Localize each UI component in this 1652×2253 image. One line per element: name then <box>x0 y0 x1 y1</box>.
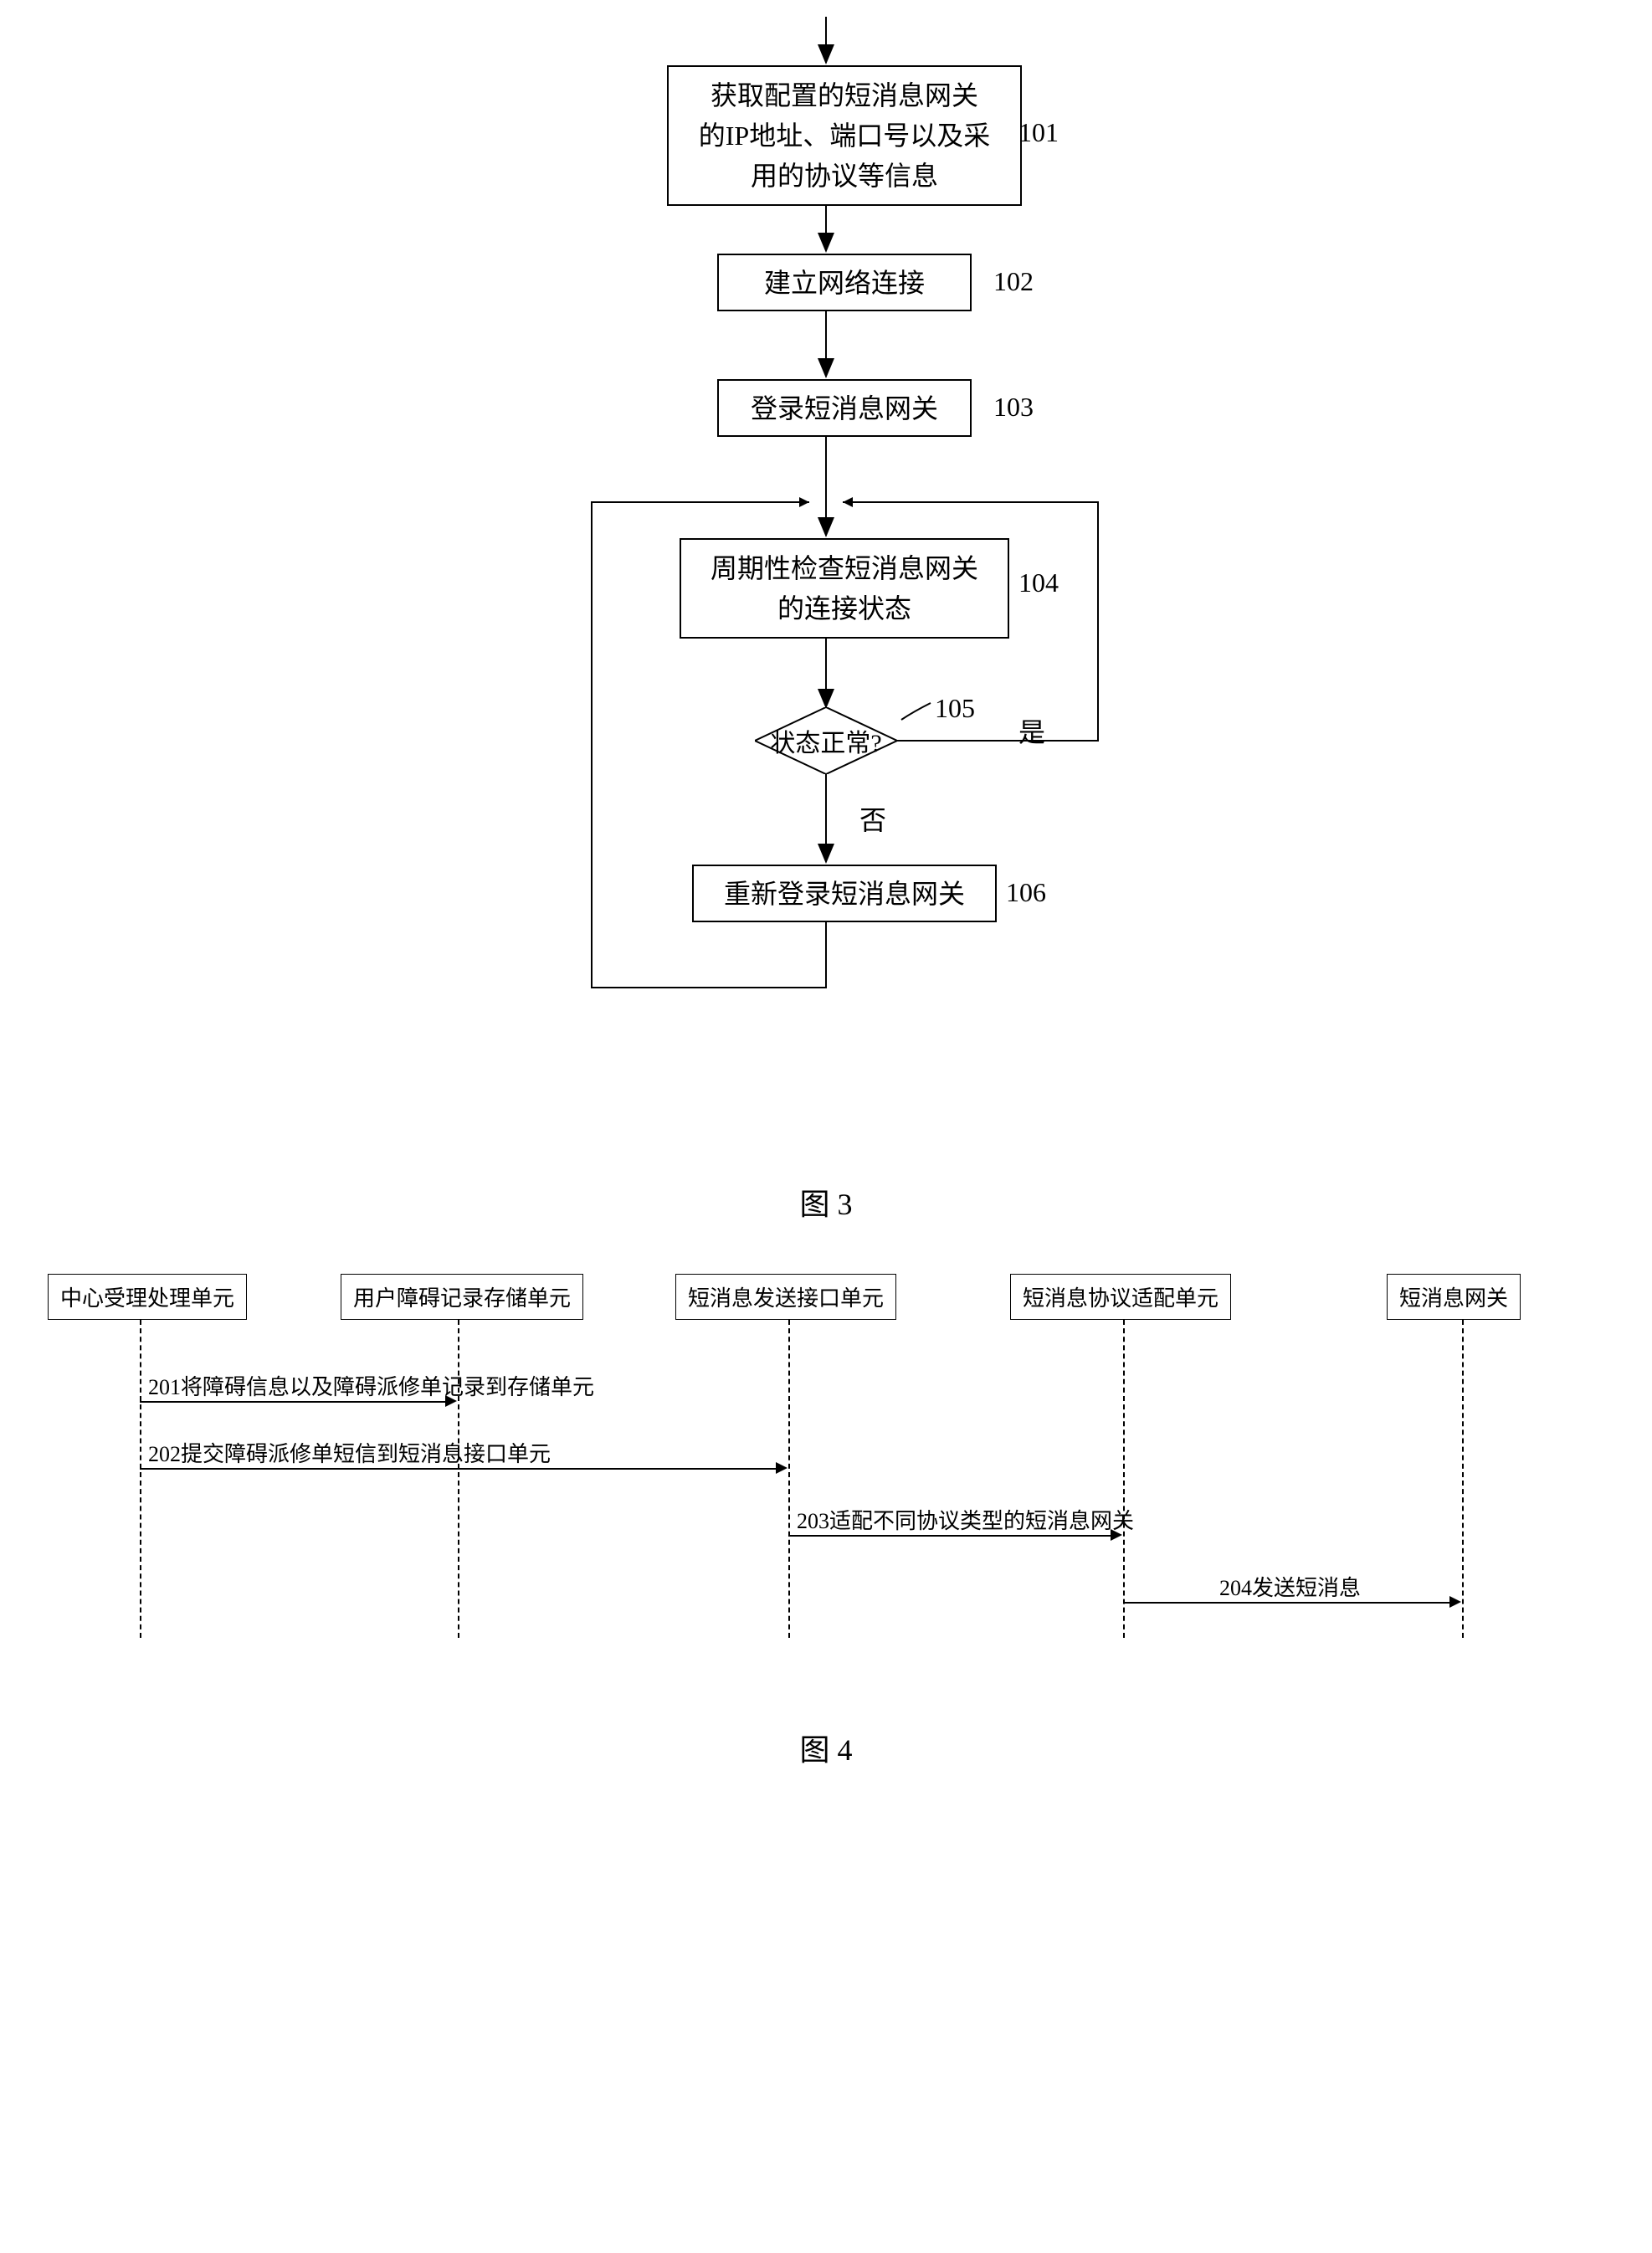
step-102-num: 102 <box>993 266 1034 297</box>
actor-3: 短消息发送接口单元 <box>675 1274 896 1320</box>
lifeline-5 <box>1462 1320 1464 1638</box>
actor-5: 短消息网关 <box>1387 1274 1521 1320</box>
actor-2: 用户障碍记录存储单元 <box>341 1274 583 1320</box>
step-105-no: 否 <box>859 799 886 838</box>
lifeline-2 <box>458 1320 459 1638</box>
step-103-num: 103 <box>993 392 1034 423</box>
msg-201: 201将障碍信息以及障碍派修单记录到存储单元 <box>148 1370 594 1401</box>
actor-1: 中心受理处理单元 <box>48 1274 247 1320</box>
lifeline-4 <box>1123 1320 1125 1638</box>
step-106-num: 106 <box>1006 877 1046 908</box>
step-106-text: 重新登录短消息网关 <box>724 874 965 914</box>
arrow-201 <box>140 1401 445 1403</box>
arrow-202-head <box>776 1462 788 1474</box>
step-103-text: 登录短消息网关 <box>751 388 938 429</box>
step-104-text: 周期性检查短消息网关 的连接状态 <box>711 548 978 629</box>
arrow-201-head <box>445 1395 457 1407</box>
arrow-204-head <box>1449 1596 1461 1608</box>
step-101-text: 获取配置的短消息网关 的IP地址、端口号以及采 用的协议等信息 <box>699 75 990 196</box>
step-102-text: 建立网络连接 <box>764 263 925 303</box>
fig3-caption: 图 3 <box>799 1180 852 1224</box>
step-101: 获取配置的短消息网关 的IP地址、端口号以及采 用的协议等信息 <box>667 65 1022 206</box>
lifeline-1 <box>140 1320 141 1638</box>
step-105-decision: 状态正常? <box>755 707 897 774</box>
flowchart: 获取配置的短消息网关 的IP地址、端口号以及采 用的协议等信息 101 建立网络… <box>449 17 1203 1147</box>
arrow-202 <box>140 1468 776 1470</box>
step-106: 重新登录短消息网关 <box>692 865 997 922</box>
step-101-num: 101 <box>1018 117 1059 148</box>
step-105-text: 状态正常? <box>770 722 881 759</box>
step-102: 建立网络连接 <box>717 254 972 311</box>
fig4-caption: 图 4 <box>799 1726 852 1769</box>
arrow-203 <box>788 1535 1111 1537</box>
arrow-204 <box>1123 1602 1449 1604</box>
lifeline-3 <box>788 1320 790 1638</box>
msg-203: 203适配不同协议类型的短消息网关 <box>797 1504 1134 1535</box>
msg-204: 204发送短消息 <box>1219 1571 1361 1602</box>
figure-4: 中心受理处理单元 用户障碍记录存储单元 短消息发送接口单元 短消息协议适配单元 … <box>31 1274 1621 1769</box>
step-104-num: 104 <box>1018 567 1059 598</box>
arrow-203-head <box>1111 1529 1122 1541</box>
actor-4: 短消息协议适配单元 <box>1010 1274 1231 1320</box>
step-103: 登录短消息网关 <box>717 379 972 437</box>
step-104: 周期性检查短消息网关 的连接状态 <box>680 538 1009 639</box>
step-105-yes: 是 <box>1018 711 1045 750</box>
figure-3: 获取配置的短消息网关 的IP地址、端口号以及采 用的协议等信息 101 建立网络… <box>449 17 1203 1224</box>
msg-202: 202提交障碍派修单短信到短消息接口单元 <box>148 1437 551 1468</box>
sequence-diagram: 中心受理处理单元 用户障碍记录存储单元 短消息发送接口单元 短消息协议适配单元 … <box>31 1274 1621 1692</box>
step-105-num: 105 <box>935 693 975 724</box>
